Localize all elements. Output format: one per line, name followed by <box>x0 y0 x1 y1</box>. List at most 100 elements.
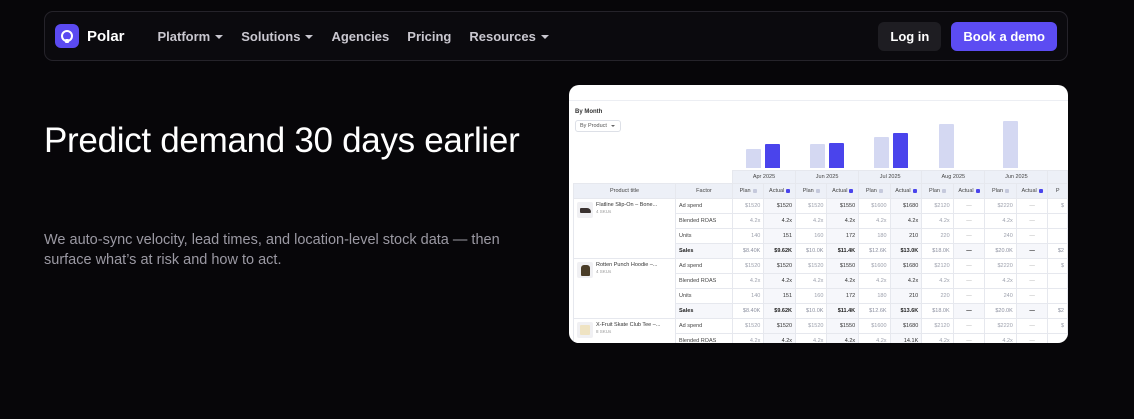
value-cell: 210 <box>889 288 923 304</box>
value-cell: — <box>1015 288 1049 304</box>
factor-cell: Units <box>675 288 733 304</box>
by-month-label: By Month <box>575 109 603 115</box>
nav-link-platform[interactable]: Platform <box>158 29 224 44</box>
table-row[interactable]: Rotten Punch Hoodie –... 4 SKUs Ad spend $1… <box>573 258 1068 319</box>
by-product-select[interactable]: By Product <box>575 120 621 132</box>
value-cell: 160 <box>795 228 828 244</box>
value-cell: $1520 <box>731 258 765 274</box>
product-cell[interactable]: Flatline Slip-On – Bone... 4 SKUs <box>573 198 676 259</box>
nav-links: Platform Solutions Agencies Pricing Reso… <box>158 29 567 44</box>
nav-link-agencies[interactable]: Agencies <box>331 29 389 44</box>
nav-link-label: Resources <box>469 28 536 44</box>
value-cell: $1550 <box>826 318 860 334</box>
value-cell: $1520 <box>795 318 828 334</box>
value-cell: $9.62K <box>763 303 797 319</box>
product-cell[interactable]: Rotten Punch Hoodie –... 4 SKUs <box>573 258 676 319</box>
column-header-actual: Actual <box>826 183 860 199</box>
product-info: Rotten Punch Hoodie –... 4 SKUs <box>577 262 672 278</box>
column-header-plan: Plan <box>858 183 891 199</box>
product-name: Flatline Slip-On – Bone... <box>596 202 658 208</box>
value-cell: 4.2x <box>795 273 828 289</box>
product-name: X-Fruit Skate Club Tee –... <box>596 322 661 328</box>
actual-legend-icon <box>912 188 917 193</box>
book-demo-button[interactable]: Book a demo <box>951 21 1057 51</box>
product-sku-count: 8 SKUs <box>596 329 612 334</box>
value-cell: 4.2x <box>984 333 1017 343</box>
column-header-factor: Factor <box>675 183 733 199</box>
plan-legend-icon <box>878 188 883 193</box>
value-cell: $1520 <box>795 198 828 214</box>
value-cell <box>1047 213 1068 229</box>
value-cell: $20.0K <box>984 303 1017 319</box>
value-cell: 4.2x <box>795 213 828 229</box>
value-cell: 4.2x <box>826 213 860 229</box>
product-info: X-Fruit Skate Club Tee –... 8 SKUs <box>577 322 672 338</box>
value-cell: — <box>1015 243 1049 259</box>
month-header: Jul 2025 <box>858 170 923 184</box>
value-cell: — <box>952 333 986 343</box>
nav-link-resources[interactable]: Resources <box>469 28 549 44</box>
product-thumbnail <box>577 322 593 338</box>
plan-legend-icon <box>1005 188 1010 193</box>
value-cell: $2120 <box>921 198 954 214</box>
value-cell: $9.62K <box>763 243 797 259</box>
value-cell: $1550 <box>826 258 860 274</box>
value-cell: 4.2x <box>984 273 1017 289</box>
value-cell: $1520 <box>763 318 797 334</box>
value-cell: — <box>1015 273 1049 289</box>
factor-cell: Units <box>675 228 733 244</box>
hero-subtitle: We auto-sync velocity, lead times, and l… <box>44 232 500 268</box>
value-cell: $2 <box>1047 243 1068 259</box>
value-cell: $ <box>1047 258 1068 274</box>
value-cell: 240 <box>984 288 1017 304</box>
value-cell: $1680 <box>889 198 923 214</box>
value-cell: — <box>952 243 986 259</box>
nav-link-pricing[interactable]: Pricing <box>407 29 451 44</box>
brand-name: Polar <box>87 27 125 45</box>
table-row[interactable]: Flatline Slip-On – Bone... 4 SKUs Ad spend… <box>573 198 1068 259</box>
value-cell: 160 <box>795 288 828 304</box>
value-cell: $1680 <box>889 318 923 334</box>
value-cell: — <box>952 303 986 319</box>
nav-link-label: Platform <box>157 28 211 44</box>
value-cell: 151 <box>763 288 797 304</box>
value-cell: $ <box>1047 198 1068 214</box>
value-cell: — <box>1015 198 1049 214</box>
value-cell: 4.2x <box>763 213 797 229</box>
column-header-plan: Plan <box>921 183 954 199</box>
value-cell: $1600 <box>858 258 891 274</box>
value-cell: 4.2x <box>731 273 765 289</box>
value-cell: 4.2x <box>858 213 891 229</box>
value-cell: $1680 <box>889 258 923 274</box>
value-cell: $20.0K <box>984 243 1017 259</box>
value-cell: 220 <box>921 288 954 304</box>
value-cell: $8.40K <box>731 303 765 319</box>
value-cell: — <box>952 198 986 214</box>
actual-bar <box>765 144 780 168</box>
shoe-icon <box>579 207 591 213</box>
column-header-plan: Plan <box>795 183 828 199</box>
plan-bar <box>810 144 825 168</box>
value-cell: $1550 <box>826 198 860 214</box>
month-spacer <box>573 170 676 184</box>
value-cell: 172 <box>826 228 860 244</box>
product-cell[interactable]: X-Fruit Skate Club Tee –... 8 SKUs <box>573 318 676 343</box>
value-cell: 240 <box>984 228 1017 244</box>
value-cell: 4.2x <box>921 213 954 229</box>
actual-legend-icon <box>849 188 854 193</box>
nav-link-solutions[interactable]: Solutions <box>241 29 314 44</box>
plan-bar <box>874 137 889 168</box>
login-button[interactable]: Log in <box>878 21 942 51</box>
actual-legend-icon <box>1038 188 1043 193</box>
factor-cell: Sales <box>675 303 733 319</box>
product-text: X-Fruit Skate Club Tee –... 8 SKUs <box>596 322 660 338</box>
value-cell: 4.2x <box>731 213 765 229</box>
value-cell: 220 <box>921 228 954 244</box>
product-text: Flatline Slip-On – Bone... 4 SKUs <box>596 202 657 218</box>
table-row[interactable]: X-Fruit Skate Club Tee –... 8 SKUs Ad spen… <box>573 318 1068 343</box>
value-cell: $13.6K <box>889 303 923 319</box>
brand-logo[interactable]: Polar <box>55 24 125 48</box>
factor-cell: Blended ROAS <box>675 213 733 229</box>
column-header-plan: Plan <box>984 183 1017 199</box>
panel-top-strip <box>569 85 1068 101</box>
